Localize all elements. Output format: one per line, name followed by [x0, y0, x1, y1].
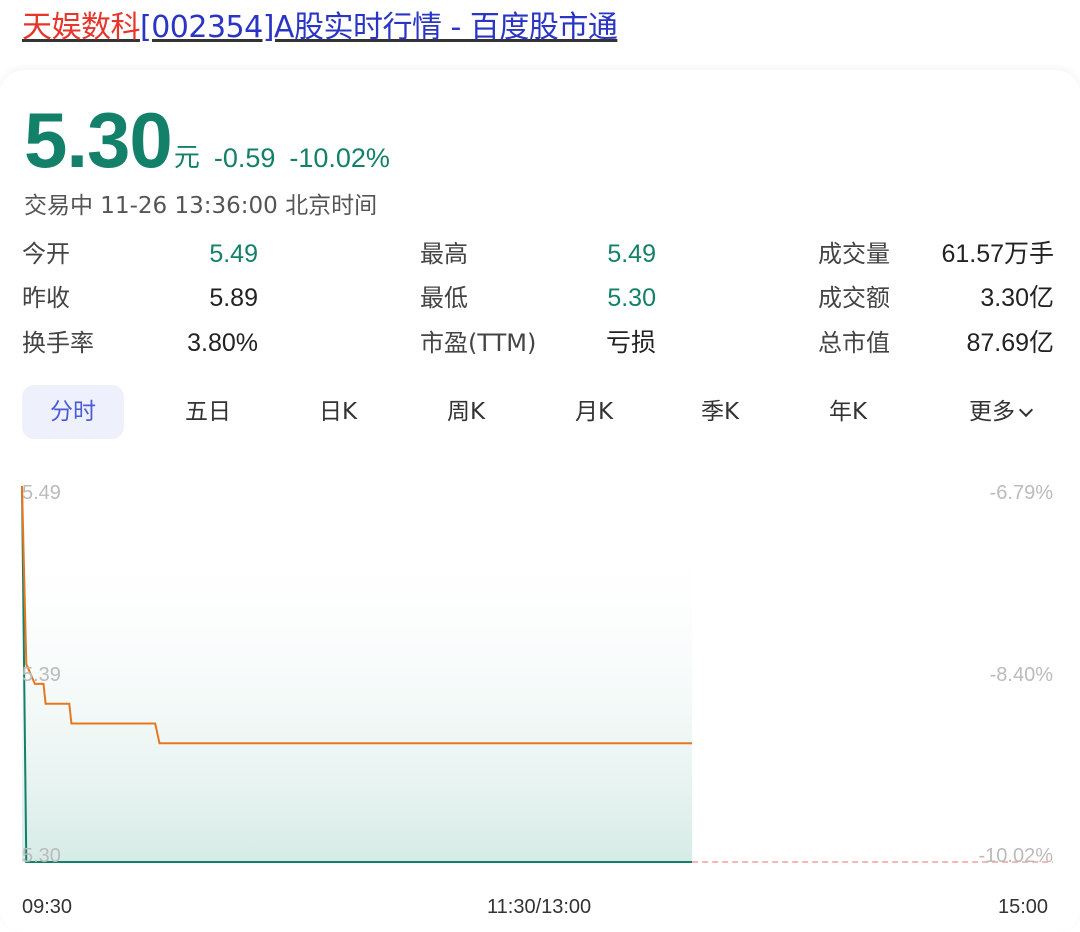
- stat-label-pe: 市盈(TTM): [420, 329, 537, 357]
- stat-label-market-cap: 总市值: [818, 329, 890, 357]
- page-title-link[interactable]: 天娱数科[002354]A股实时行情 - 百度股市通: [22, 8, 618, 48]
- stock-name[interactable]: 天娱数科: [22, 10, 141, 45]
- x-tick-midday: 11:30/13:00: [487, 896, 592, 918]
- y-tick-left-2: 5.30: [22, 845, 61, 867]
- y-tick-right-1: -8.40%: [990, 664, 1054, 686]
- stat-label-open: 今开: [22, 240, 70, 268]
- tab-yearly-k[interactable]: 年K: [802, 385, 894, 439]
- x-tick-close: 15:00: [998, 896, 1049, 918]
- x-tick-open: 09:30: [22, 896, 73, 918]
- price-row: 5.30 元 -0.59 -10.02%: [24, 100, 390, 180]
- stat-label-turnover-rate: 换手率: [22, 329, 94, 357]
- y-tick-left-0: 5.49: [22, 482, 61, 504]
- tab-intraday[interactable]: 分时: [22, 385, 124, 439]
- tab-monthly-k[interactable]: 月K: [548, 385, 640, 439]
- stat-label-low: 最低: [420, 284, 468, 312]
- price-change-pct: -10.02%: [289, 143, 390, 173]
- stock-title-rest[interactable]: [002354]A股实时行情 - 百度股市通: [140, 10, 618, 45]
- chevron-down-icon: [1018, 402, 1034, 418]
- price-change: -0.59: [213, 143, 276, 173]
- stat-value-prev-close: 5.89: [209, 284, 258, 312]
- stat-value-turnover-rate: 3.80%: [187, 329, 258, 357]
- tab-more-label: 更多: [969, 399, 1015, 425]
- stat-value-pe: 亏损: [605, 329, 656, 357]
- tab-weekly-k[interactable]: 周K: [420, 385, 512, 439]
- stat-value-open: 5.49: [209, 240, 258, 268]
- tab-daily-k[interactable]: 日K: [292, 385, 384, 439]
- tab-five-day[interactable]: 五日: [162, 385, 254, 439]
- current-price: 5.30: [24, 96, 173, 184]
- y-tick-left-1: 5.39: [22, 664, 61, 686]
- y-tick-right-0: -6.79%: [990, 482, 1054, 504]
- price-unit: 元: [173, 143, 200, 173]
- y-tick-right-2: -10.02%: [979, 845, 1054, 867]
- trading-status: 交易中 11-26 13:36:00 北京时间: [24, 193, 378, 219]
- stat-label-high: 最高: [420, 240, 468, 268]
- stat-value-market-cap: 87.69亿: [966, 329, 1054, 357]
- intraday-chart: 5.49 5.39 5.30 -6.79% -8.40% -10.02%: [21, 482, 1054, 867]
- stat-value-low: 5.30: [607, 284, 656, 312]
- stat-label-volume: 成交量: [818, 240, 890, 268]
- tab-quarterly-k[interactable]: 季K: [674, 385, 766, 439]
- chart-area-fill: [22, 526, 693, 862]
- stat-value-turnover-amount: 3.30亿: [980, 284, 1054, 312]
- stat-label-prev-close: 昨收: [22, 284, 70, 312]
- stat-value-high: 5.49: [607, 240, 656, 268]
- tab-more[interactable]: 更多: [944, 385, 1056, 439]
- stat-value-volume: 61.57万手: [941, 240, 1054, 268]
- stat-label-turnover-amount: 成交额: [818, 284, 890, 312]
- chart-period-tabs: 分时 五日 日K 周K 月K 季K 年K 更多: [22, 385, 1062, 441]
